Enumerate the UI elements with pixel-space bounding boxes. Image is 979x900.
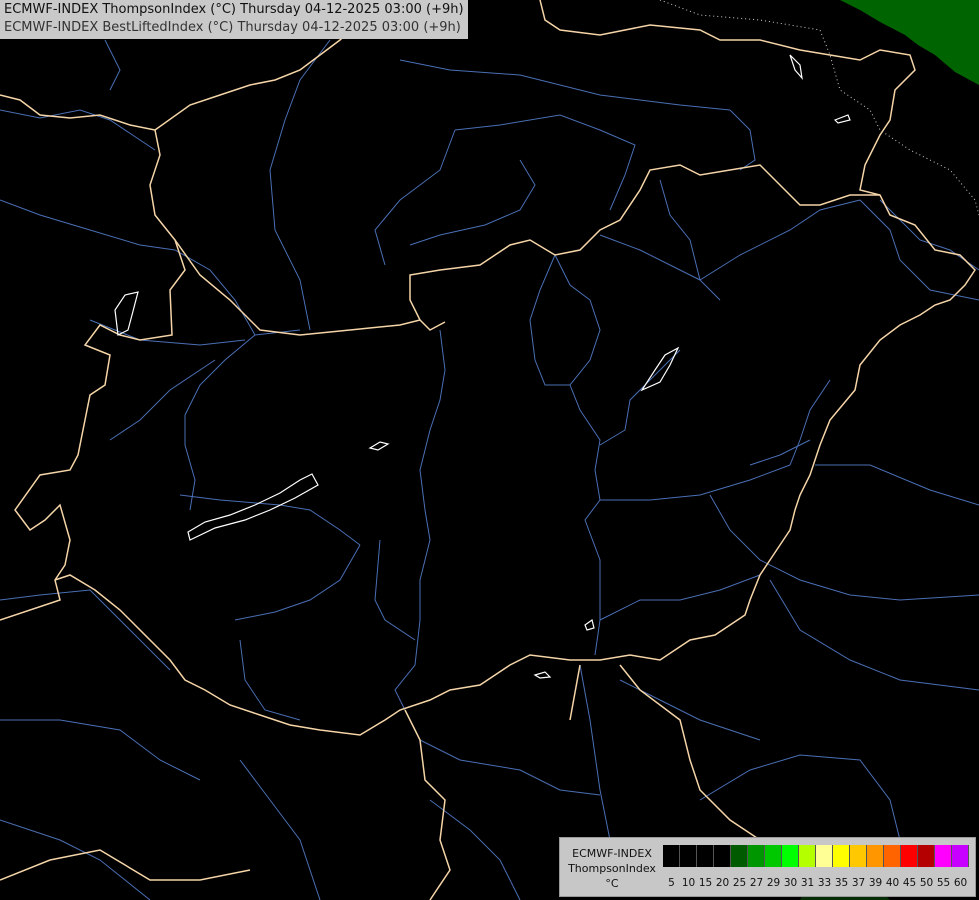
legend-tick-label: 30 xyxy=(783,877,798,889)
legend-swatch xyxy=(697,845,714,867)
color-legend: ECMWF-INDEX ThompsonIndex °C 5 10 15 20 25 27… xyxy=(559,837,976,897)
legend-swatch xyxy=(850,845,867,867)
legend-swatch xyxy=(731,845,748,867)
legend-tick-label: 55 xyxy=(936,877,951,889)
legend-swatch xyxy=(901,845,918,867)
legend-swatch xyxy=(714,845,731,867)
legend-swatch xyxy=(952,845,969,867)
legend-tick-label: 5 xyxy=(668,877,675,889)
legend-swatch xyxy=(816,845,833,867)
legend-tick-label: 35 xyxy=(834,877,849,889)
legend-swatch xyxy=(765,845,782,867)
title-line-bestlifted: ECMWF-INDEX BestLiftedIndex (°C) Thursda… xyxy=(4,20,461,35)
legend-swatches xyxy=(663,845,969,867)
legend-swatch xyxy=(918,845,935,867)
legend-tick-label: 27 xyxy=(749,877,764,889)
legend-tick-label: 15 xyxy=(698,877,713,889)
map-canvas xyxy=(0,0,979,900)
legend-swatch xyxy=(867,845,884,867)
legend-tick-label: 45 xyxy=(902,877,917,889)
legend-unit: °C xyxy=(605,877,619,890)
legend-tick-label: 10 xyxy=(681,877,696,889)
legend-tick-label: 33 xyxy=(817,877,832,889)
legend-tick-label: 40 xyxy=(885,877,900,889)
legend-model: ECMWF-INDEX xyxy=(572,847,652,860)
legend-ticks: 5 10 15 20 25 27 29 30 31 33 35 37 39 40 45 50 55 60 xyxy=(663,876,969,890)
legend-text: ECMWF-INDEX ThompsonIndex °C xyxy=(564,846,660,891)
map-title-box: ECMWF-INDEX ThompsonIndex (°C) Thursday … xyxy=(0,0,468,39)
legend-swatch xyxy=(799,845,816,867)
legend-swatch xyxy=(782,845,799,867)
title-line-thompson: ECMWF-INDEX ThompsonIndex (°C) Thursday … xyxy=(4,2,464,17)
legend-tick-label: 25 xyxy=(732,877,747,889)
legend-tick-label: 20 xyxy=(715,877,730,889)
legend-swatch xyxy=(884,845,901,867)
legend-tick-label: 39 xyxy=(868,877,883,889)
legend-parameter: ThompsonIndex xyxy=(568,862,656,875)
legend-swatch xyxy=(680,845,697,867)
legend-swatch xyxy=(935,845,952,867)
legend-tick-label: 37 xyxy=(851,877,866,889)
legend-tick-label: 31 xyxy=(800,877,815,889)
legend-swatch xyxy=(663,845,680,867)
legend-tick-label: 29 xyxy=(766,877,781,889)
legend-swatch xyxy=(833,845,850,867)
legend-tick-label: 60 xyxy=(953,877,968,889)
legend-tick-label: 50 xyxy=(919,877,934,889)
legend-swatch xyxy=(748,845,765,867)
